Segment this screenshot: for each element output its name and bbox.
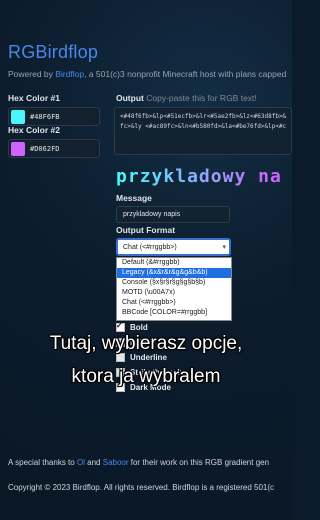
tagline-suffix: , a 501(c)3 nonprofit Minecraft host wit… — [84, 69, 287, 79]
gradient-preview: przykladowy na — [116, 166, 292, 187]
tagline-prefix: Powered by — [8, 69, 56, 79]
thanks-text: A special thanks to Ol and Saboor for th… — [8, 458, 292, 467]
output-format-dropdown: Default (&#rrggbb) Legacy (&x&r&r&g&g&b&… — [116, 257, 232, 321]
output-title: Output — [116, 93, 144, 103]
hex-color-1-input[interactable]: #48F6FB — [8, 107, 100, 126]
preview-char: o — [210, 166, 223, 187]
message-label: Message — [116, 193, 152, 203]
format-option-motd[interactable]: MOTD (\u00A7x) — [117, 288, 231, 298]
thanks-mid: and — [84, 458, 103, 467]
preview-char: a — [187, 166, 199, 187]
hex-color-1-swatch[interactable] — [11, 109, 25, 124]
bold-option[interactable]: Bold — [116, 321, 148, 332]
format-option-bbcode[interactable]: BBCode [COLOR=#rrggbb] — [117, 308, 231, 318]
output-format-selected: Chat (<#rrggbb>) — [123, 243, 177, 251]
format-option-console[interactable]: Console (§x§r§r§g§g§b§b) — [117, 278, 231, 288]
hex-color-2-input[interactable]: #D062FD — [8, 139, 100, 158]
hex-color-1-value[interactable]: #48F6FB — [30, 113, 60, 121]
output-label: Output Copy-paste this for RGB text! — [116, 93, 257, 103]
tagline: Powered by Birdflop, a 501(c)3 nonprofit… — [8, 69, 292, 79]
page: RGBirdflop Powered by Birdflop, a 501(c)… — [0, 0, 292, 520]
preview-char: r — [127, 166, 140, 187]
output-format-select[interactable]: Chat (<#rrggbb>) ▾ — [116, 238, 231, 256]
output-textarea[interactable]: <#48f6fb>&lp<#51ecfb>&lr<#5ae2fb>&lz<#63… — [114, 107, 292, 155]
thanks-prefix: A special thanks to — [8, 458, 77, 467]
preview-char: n — [258, 166, 270, 187]
format-option-legacy[interactable]: Legacy (&x&r&r&g&g&b&b) — [117, 268, 231, 278]
video-caption-line-2: ktora ja wybralem — [71, 366, 221, 387]
site-title[interactable]: RGBirdflop — [8, 42, 98, 63]
output-line-1: <#48f6fb>&lp<#51ecfb>&lr<#5ae2fb>&lz<#63… — [120, 113, 287, 120]
hex-color-1-label: Hex Color #1 — [8, 93, 60, 103]
hex-color-2-label: Hex Color #2 — [8, 125, 60, 135]
preview-char: p — [116, 166, 128, 187]
preview-char: l — [175, 166, 188, 187]
hex-color-2-value[interactable]: #D062FD — [30, 145, 60, 153]
message-input[interactable]: przykladowy napis — [116, 206, 230, 223]
preview-char: z — [139, 166, 152, 187]
hex-color-2-swatch[interactable] — [11, 141, 25, 156]
bold-label: Bold — [130, 323, 148, 332]
format-option-default[interactable]: Default (&#rrggbb) — [117, 258, 231, 268]
preview-char: a — [269, 166, 282, 187]
preview-char — [246, 166, 258, 187]
preview-char: y — [151, 166, 164, 187]
preview-char: y — [234, 166, 247, 187]
output-format-label: Output Format — [116, 225, 176, 235]
copyright-text: Copyright © 2023 Birdflop. All rights re… — [8, 483, 275, 492]
thanks-link-2[interactable]: Saboor — [103, 458, 129, 467]
birdflop-link[interactable]: Birdflop — [55, 69, 84, 79]
thanks-link-1[interactable]: Ol — [77, 458, 85, 467]
bold-checkbox[interactable] — [116, 321, 125, 332]
format-option-chat[interactable]: Chat (<#rrggbb>) — [117, 298, 231, 308]
preview-char: k — [163, 166, 176, 187]
thanks-suffix: for their work on this RGB gradient gen — [128, 458, 270, 467]
output-line-2: fc>&ly <#ac89fc>&ln<#b580fd>&la<#be76fd>… — [120, 123, 287, 130]
video-caption-line-1: Tutaj, wybierasz opcje, — [49, 333, 243, 354]
chevron-down-icon[interactable]: ▾ — [222, 243, 226, 251]
output-sublabel: Copy-paste this for RGB text! — [146, 93, 257, 103]
preview-char: d — [198, 166, 211, 187]
preview-char: w — [222, 166, 235, 187]
